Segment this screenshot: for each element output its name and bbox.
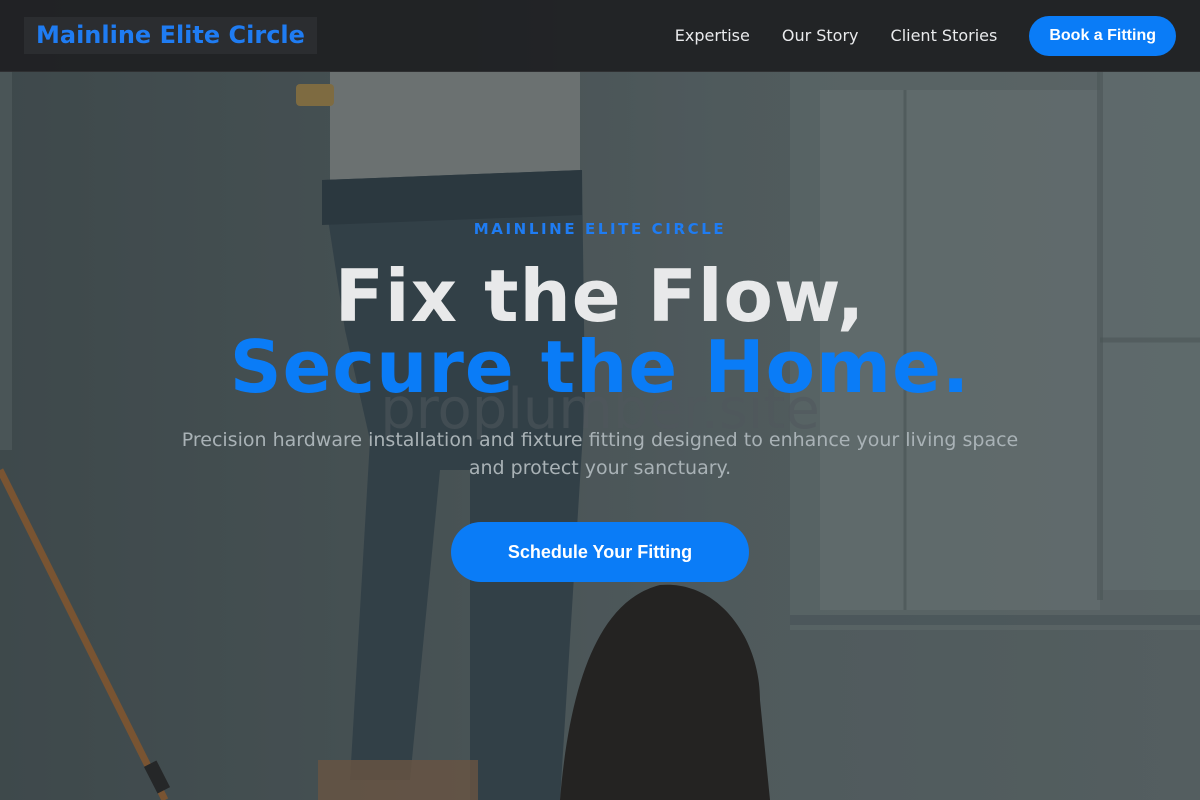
hero-subtext: Precision hardware installation and fixt… bbox=[181, 429, 1019, 479]
schedule-fitting-button[interactable]: Schedule Your Fitting bbox=[451, 522, 749, 582]
hero-eyebrow: MAINLINE ELITE CIRCLE bbox=[473, 220, 727, 238]
hero-headline-line-1: Fix the Flow, bbox=[334, 254, 866, 338]
hero-headline-line-2: Secure the Home. bbox=[229, 325, 971, 409]
hero-section: MAINLINE ELITE CIRCLE Fix the Flow, prop… bbox=[0, 0, 1200, 800]
